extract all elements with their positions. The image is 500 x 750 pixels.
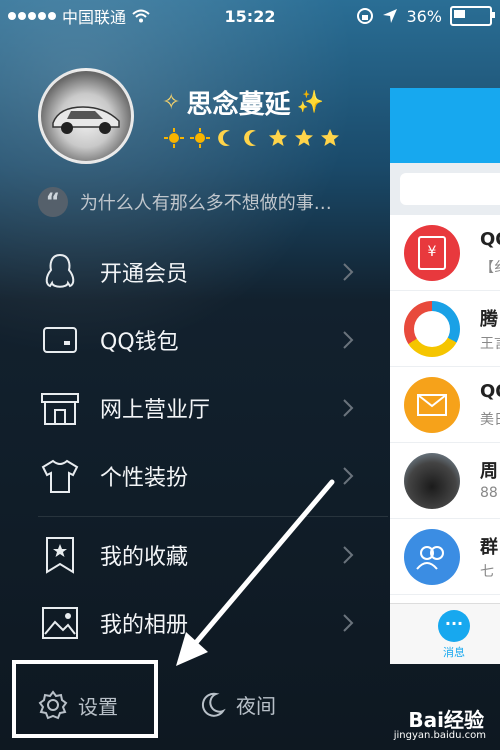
night-label: 夜间: [236, 694, 276, 718]
moon-icon: [201, 692, 226, 717]
profile-name[interactable]: ✧ 思念蔓延 ✨: [162, 84, 324, 121]
watermark-logo: Bai经验: [408, 708, 484, 732]
sparkle-icon: ✨: [296, 90, 324, 115]
quote-icon: “: [38, 187, 68, 217]
tab-bar: ··· 消息: [390, 603, 500, 664]
tab-label: 消息: [443, 646, 465, 659]
menu-divider: [38, 516, 388, 517]
car-image: [52, 106, 120, 134]
battery-percent: 36%: [406, 6, 442, 26]
shop-icon: [38, 386, 82, 430]
conv-title: QQ: [480, 229, 500, 250]
menu-item-wallet[interactable]: QQ钱包: [38, 306, 388, 374]
settings-label: 设置: [78, 694, 118, 719]
menu-item-album[interactable]: 我的相册: [38, 589, 388, 657]
conv-sub: 七: [480, 564, 494, 580]
status-right: 36%: [356, 6, 495, 26]
chevron-right-icon: [343, 263, 354, 281]
red-envelope-icon: ¥: [404, 225, 460, 281]
menu-item-themes[interactable]: 个性装扮: [38, 442, 388, 510]
chevron-right-icon: [343, 546, 354, 564]
menu-item-vip[interactable]: 开通会员: [38, 238, 388, 306]
conv-sub: 王言: [480, 336, 500, 352]
moon-icon: [218, 130, 230, 146]
chevron-right-icon: [343, 399, 354, 417]
group-icon: [404, 529, 460, 585]
status-bar: 中国联通 15:22 36%: [0, 0, 500, 32]
sun-icon: [164, 128, 184, 148]
signature[interactable]: “ 为什么人有那么多不想做的事…: [38, 187, 378, 217]
message-bubble-icon: ···: [438, 610, 470, 642]
message-list-panel[interactable]: ¥ QQ 【纟 腾 王言 QQ 美日 周 88 群 七 ··· 消息: [390, 88, 500, 664]
sun-icon: [190, 128, 210, 148]
conv-title: 群: [480, 537, 498, 558]
bookmark-star-icon: [38, 533, 82, 577]
tencent-news-icon: [404, 301, 460, 357]
shirt-icon: [38, 454, 82, 498]
menu-item-label: 开通会员: [100, 262, 189, 287]
watermark-url: jingyan.baidu.com: [393, 730, 486, 741]
penguin-icon: [38, 250, 82, 294]
panel-header: [390, 88, 500, 163]
menu-item-label: 个性装扮: [100, 466, 189, 491]
username-label: 思念蔓延: [186, 90, 291, 120]
sparkle-icon: ✧: [162, 90, 181, 115]
photo-icon: [38, 601, 82, 645]
star-icon: [295, 129, 313, 146]
conv-title: 周: [480, 461, 498, 482]
tab-messages[interactable]: ··· 消息: [434, 610, 474, 660]
level-badges: [164, 128, 340, 148]
list-item[interactable]: ¥ QQ 【纟: [390, 215, 500, 291]
star-icon: [269, 129, 287, 146]
conv-sub: 美日: [480, 412, 500, 428]
search-input[interactable]: [400, 173, 500, 205]
conv-title: 腾: [480, 309, 498, 330]
menu-item-favorites[interactable]: 我的收藏: [38, 521, 388, 589]
location-arrow-icon: [383, 9, 398, 23]
conv-sub: 【纟: [480, 260, 500, 276]
menu-item-business-hall[interactable]: 网上营业厅: [38, 374, 388, 442]
car-avatar: [404, 453, 460, 509]
list-item[interactable]: QQ 美日: [390, 367, 500, 443]
menu-item-label: 我的相册: [100, 613, 189, 638]
settings-button[interactable]: 设置: [38, 690, 118, 720]
star-icon: [321, 129, 339, 146]
chevron-right-icon: [343, 467, 354, 485]
wallet-icon: [38, 318, 82, 362]
list-item[interactable]: 周 88: [390, 443, 500, 519]
menu-item-label: QQ钱包: [100, 330, 179, 355]
menu-item-label: 我的收藏: [100, 545, 189, 570]
night-mode-button[interactable]: 夜间: [198, 690, 276, 719]
moon-icon: [244, 130, 256, 146]
avatar[interactable]: [38, 68, 134, 164]
battery-fill: [454, 10, 465, 18]
drawer-menu: 开通会员 QQ钱包 网上营业厅 个性装扮 我的收藏 我的相册: [38, 238, 388, 657]
rotation-lock-icon: [357, 8, 374, 24]
mail-icon: [404, 377, 460, 433]
conv-sub: 88: [480, 485, 498, 501]
battery-icon: [450, 6, 495, 26]
menu-item-label: 网上营业厅: [100, 398, 211, 423]
chevron-right-icon: [343, 614, 354, 632]
gear-icon: [38, 690, 68, 720]
search-bar: [390, 163, 500, 215]
list-item[interactable]: 腾 王言: [390, 291, 500, 367]
list-item[interactable]: 群 七: [390, 519, 500, 595]
conv-title: QQ: [480, 381, 500, 402]
signature-text: 为什么人有那么多不想做的事…: [79, 193, 332, 214]
chevron-right-icon: [343, 331, 354, 349]
